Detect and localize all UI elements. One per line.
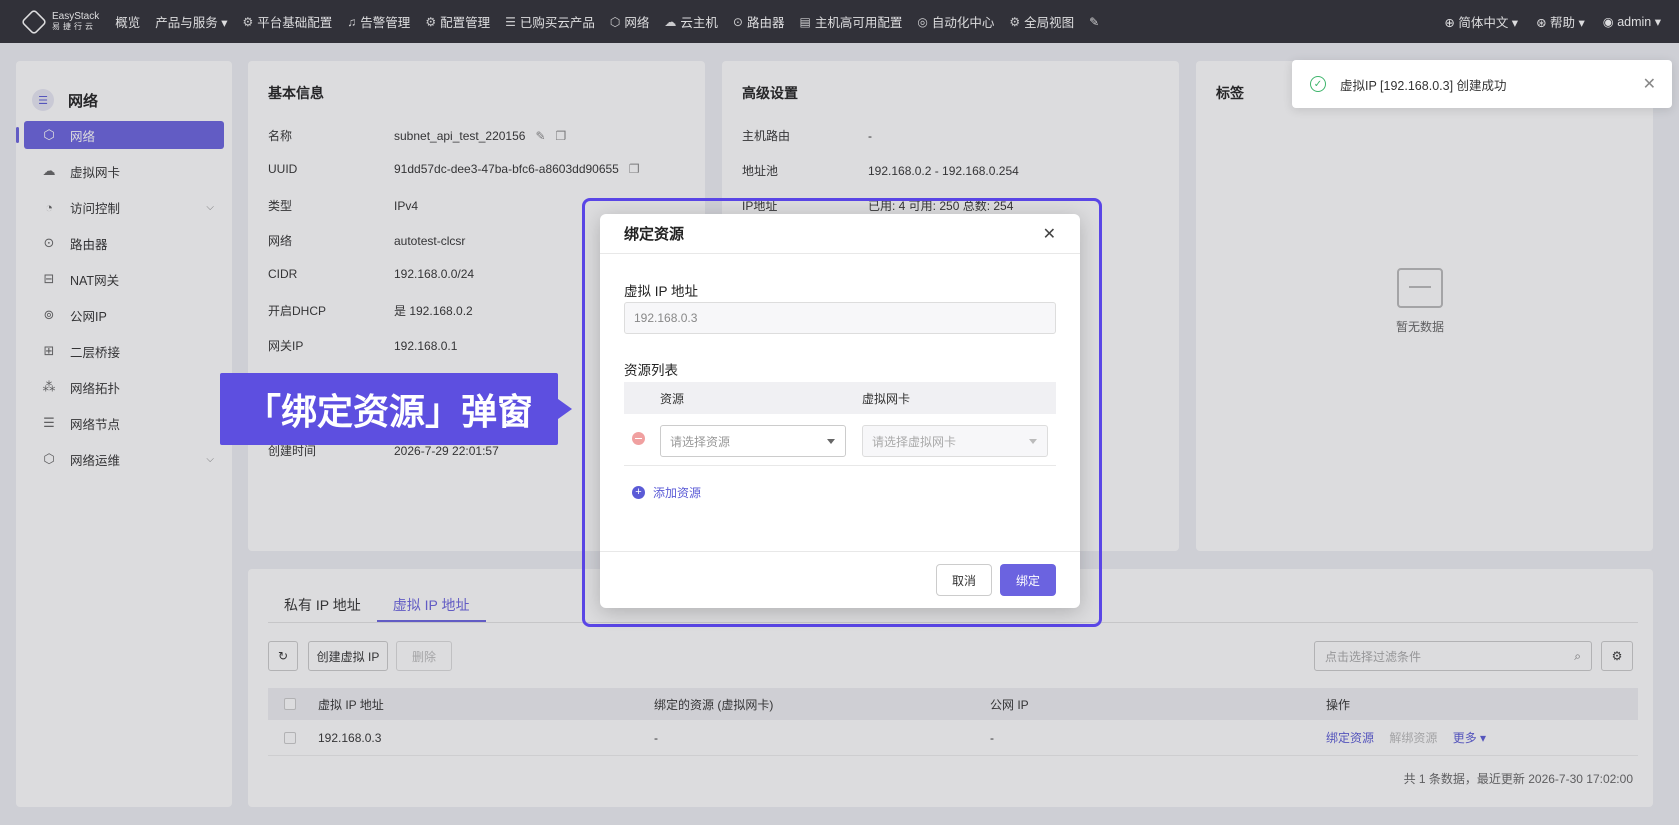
remove-row-icon[interactable] (632, 432, 645, 445)
add-resource-button[interactable]: + 添加资源 (632, 484, 701, 501)
check-circle-icon: ✓ (1310, 76, 1326, 92)
nic-select[interactable]: 请选择虚拟网卡 (862, 425, 1048, 457)
vip-field: 192.168.0.3 (624, 302, 1056, 334)
resource-select[interactable]: 请选择资源 (660, 425, 846, 457)
dialog-title: 绑定资源 (600, 214, 1080, 254)
bind-button[interactable]: 绑定 (1000, 564, 1056, 596)
resource-row: 请选择资源 请选择虚拟网卡 (624, 414, 1056, 466)
plus-circle-icon: + (632, 486, 645, 499)
col-resource: 资源 (660, 391, 685, 406)
dialog-footer-divider (600, 551, 1080, 552)
toast-message: 虚拟IP [192.168.0.3] 创建成功 (1340, 78, 1507, 93)
close-icon[interactable]: ✕ (1043, 224, 1056, 244)
resource-table-header: 资源 虚拟网卡 (624, 382, 1056, 414)
cancel-button[interactable]: 取消 (936, 564, 992, 596)
close-icon[interactable]: ✕ (1643, 74, 1656, 94)
annotation-callout: 「绑定资源」弹窗 (220, 373, 572, 445)
chevron-down-icon (1029, 439, 1037, 444)
resource-list-label: 资源列表 (624, 363, 678, 378)
col-nic: 虚拟网卡 (862, 391, 911, 406)
success-toast: ✓ 虚拟IP [192.168.0.3] 创建成功 ✕ (1292, 60, 1672, 108)
vip-label: 虚拟 IP 地址 (624, 284, 699, 299)
chevron-down-icon (827, 439, 835, 444)
bind-resource-dialog: 绑定资源 ✕ 虚拟 IP 地址 192.168.0.3 资源列表 资源 虚拟网卡… (600, 214, 1080, 608)
